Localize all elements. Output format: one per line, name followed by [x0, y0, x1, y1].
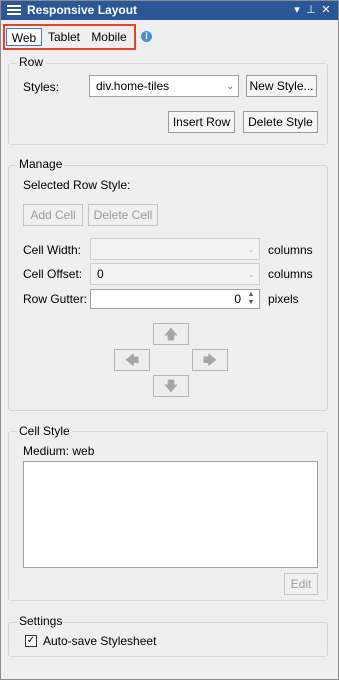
- autosave-label: Auto-save Stylesheet: [43, 634, 157, 648]
- move-left-button[interactable]: 🡄: [114, 349, 150, 371]
- manage-group-label: Manage: [17, 157, 65, 171]
- row-gutter-unit: pixels: [268, 292, 299, 306]
- chevron-down-icon: ⌄: [247, 244, 255, 254]
- cell-offset-unit: columns: [268, 267, 313, 281]
- checkmark-icon: ✓: [26, 635, 36, 646]
- chevron-down-icon: ⌄: [226, 81, 234, 91]
- row-gutter-label: Row Gutter:: [23, 292, 88, 306]
- panel-title: Responsive Layout: [27, 3, 138, 17]
- pin-icon[interactable]: ⊥: [304, 3, 318, 16]
- arrow-right-icon: 🡆: [202, 352, 218, 368]
- delete-cell-button[interactable]: Delete Cell: [88, 204, 158, 226]
- cell-width-dropdown[interactable]: ⌄: [90, 238, 260, 260]
- cell-style-group-label: Cell Style: [17, 424, 72, 438]
- chevron-down-icon[interactable]: ▾: [290, 3, 304, 16]
- title-bar: Responsive Layout ▾ ⊥ ✕: [1, 1, 338, 20]
- arrow-down-icon: 🡇: [163, 378, 179, 394]
- row-gutter-spinner[interactable]: ▲ ▼: [245, 291, 257, 307]
- cell-style-textarea[interactable]: [23, 461, 318, 568]
- edit-button[interactable]: Edit: [284, 573, 318, 595]
- cell-offset-label: Cell Offset:: [23, 267, 83, 281]
- cell-offset-value: 0: [97, 267, 104, 281]
- styles-dropdown[interactable]: div.home-tiles ⌄: [89, 75, 239, 97]
- insert-row-button[interactable]: Insert Row: [168, 111, 235, 133]
- medium-tabs-row: Web Tablet Mobile: [1, 21, 338, 51]
- add-cell-button[interactable]: Add Cell: [23, 204, 83, 226]
- move-up-button[interactable]: 🡅: [153, 323, 189, 345]
- spin-down-icon[interactable]: ▼: [245, 299, 257, 307]
- info-icon[interactable]: i: [141, 31, 152, 42]
- row-group-label: Row: [17, 55, 46, 69]
- cell-offset-dropdown[interactable]: 0 ⌄: [90, 263, 260, 285]
- tab-web[interactable]: Web: [6, 28, 42, 46]
- cell-width-unit: columns: [268, 243, 313, 257]
- autosave-checkbox[interactable]: ✓: [25, 635, 37, 647]
- medium-label: Medium: web: [23, 444, 95, 458]
- row-gutter-input[interactable]: 0 ▲ ▼: [90, 289, 260, 309]
- arrow-up-icon: 🡅: [163, 326, 179, 342]
- delete-style-button[interactable]: Delete Style: [243, 111, 318, 133]
- medium-tab-group: Web Tablet Mobile: [3, 24, 136, 50]
- row-gutter-value: 0: [234, 292, 241, 306]
- arrow-left-icon: 🡄: [124, 352, 140, 368]
- spin-up-icon[interactable]: ▲: [245, 291, 257, 299]
- tab-tablet[interactable]: Tablet: [45, 28, 83, 46]
- selected-row-style-label: Selected Row Style:: [23, 178, 131, 192]
- new-style-button[interactable]: New Style...: [246, 75, 317, 97]
- settings-group-label: Settings: [17, 614, 65, 628]
- hamburger-menu-icon[interactable]: [7, 5, 21, 16]
- tab-mobile[interactable]: Mobile: [87, 28, 131, 46]
- cell-width-label: Cell Width:: [23, 243, 82, 257]
- chevron-down-icon: ⌄: [247, 269, 255, 279]
- close-icon[interactable]: ✕: [319, 3, 333, 16]
- move-right-button[interactable]: 🡆: [192, 349, 228, 371]
- responsive-layout-panel: Responsive Layout ▾ ⊥ ✕ Web Tablet Mobil…: [0, 0, 339, 680]
- move-down-button[interactable]: 🡇: [153, 375, 189, 397]
- styles-label: Styles:: [23, 80, 60, 94]
- styles-dropdown-value: div.home-tiles: [96, 79, 170, 93]
